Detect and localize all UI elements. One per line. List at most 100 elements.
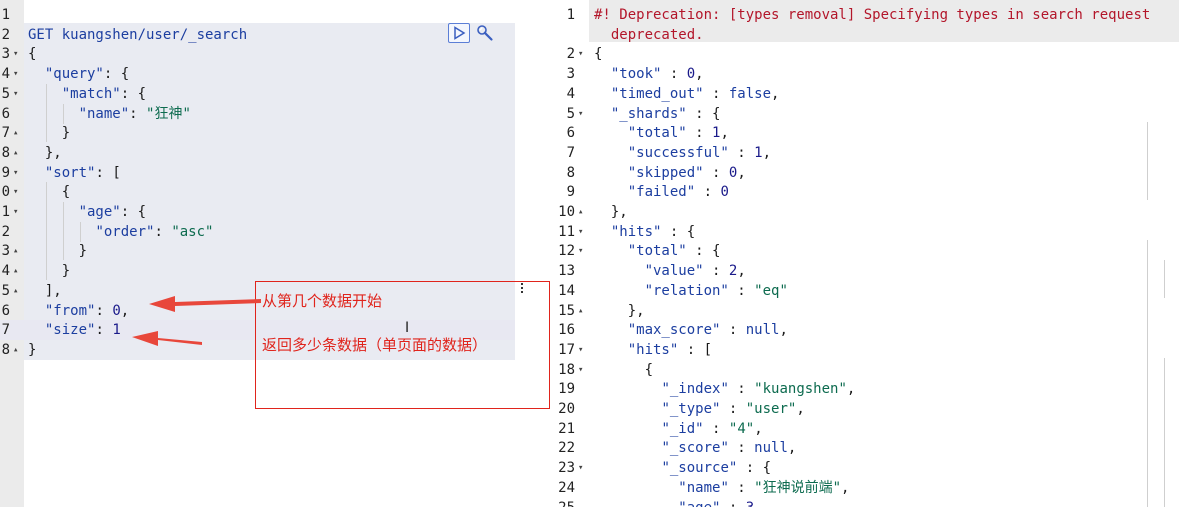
code-line[interactable]: 4 "timed_out" : false, [531,84,1179,104]
fold-toggle-icon[interactable]: ▾ [13,44,18,64]
code-text: "_source" : { [661,460,772,477]
fold-toggle-icon[interactable]: ▾ [13,202,18,222]
code-line[interactable]: 16 "max_score" : null, [531,320,1179,340]
code-line[interactable]: 1 ▾ "age": { [0,202,515,222]
code-line[interactable]: 1 [0,5,515,25]
fold-toggle-icon[interactable]: ▾ [578,222,583,242]
code-text: "_shards" : { [610,105,721,122]
code-line[interactable]: 1 #! Deprecation: [types removal] Specify… [531,5,1179,25]
code-line[interactable]: 18 ▾ { [531,360,1179,380]
code-text: "_index" : "kuangshen", [661,381,856,398]
line-number: 9 [1,164,10,181]
code-line[interactable]: 8 "skipped" : 0, [531,163,1179,183]
code-text: "age" : 3 [594,498,754,507]
code-line[interactable]: 9 "failed" : 0 [531,182,1179,202]
code-line[interactable]: 8 ▴ }, [0,143,515,163]
response-viewer[interactable]: 1 #! Deprecation: [types removal] Specify… [531,0,1179,507]
code-line[interactable]: 4 ▴ } [0,261,515,281]
code-line[interactable]: 5 ▾ "_shards" : { [531,104,1179,124]
wrench-icon [477,25,493,41]
code-text: "_type" : "user", [661,401,805,417]
fold-toggle-icon[interactable]: ▴ [13,281,18,301]
line-number: 25 [531,498,575,507]
code-line[interactable]: 12 ▾ "total" : { [531,241,1179,261]
settings-button[interactable] [474,23,496,43]
code-line[interactable]: 2 "order": "asc" [0,222,515,242]
code-line[interactable]: 9 ▾ "sort": [ [0,163,515,183]
fold-toggle-icon[interactable]: ▾ [578,458,583,478]
code-line[interactable]: 3 ▾ { [0,44,515,64]
code-text: "hits" : [ [627,341,713,358]
code-line[interactable]: 13 "value" : 2, [531,261,1179,281]
fold-toggle-icon[interactable]: ▴ [578,301,583,321]
code-line[interactable]: 19 "_index" : "kuangshen", [531,379,1179,399]
code-line[interactable]: 5 ▾ "match": { [0,84,515,104]
fold-toggle-icon[interactable]: ▾ [578,44,583,64]
code-line[interactable]: 15 ▴ }, [531,301,1179,321]
fold-toggle-icon[interactable]: ▾ [578,104,583,124]
code-line[interactable]: 3 ▴ } [0,241,515,261]
code-line[interactable]: 11 ▾ "hits" : { [531,222,1179,242]
code-text: "value" : 2, [644,263,746,280]
fold-toggle-icon[interactable]: ▾ [578,360,583,380]
code-line[interactable]: 3 "took" : 0, [531,64,1179,84]
fold-toggle-icon[interactable]: ▾ [13,84,18,104]
code-line[interactable]: 25 "age" : 3 [531,498,1179,507]
line-number: 3 [1,46,10,63]
code-line[interactable]: 22 "_score" : null, [531,438,1179,458]
line-number: 7 [1,322,10,339]
line-number: 7 [1,125,10,142]
code-line[interactable]: 6 "total" : 1, [531,123,1179,143]
code-line[interactable]: 2 GET kuangshen/user/_search [0,25,515,45]
line-number: 24 [558,479,575,496]
code-text: "size": 1 [44,322,121,339]
fold-toggle-icon[interactable]: ▴ [13,241,18,261]
code-line[interactable]: 2 ▾ { [531,44,1179,64]
fold-toggle-icon[interactable]: ▴ [13,143,18,163]
request-editor[interactable]: 1 2 GET kuangshen/user/_search 3 ▾{4 ▾ "query… [0,0,515,507]
code-text: { [28,46,37,63]
code-line[interactable]: 21 "_id" : "4", [531,419,1179,439]
code-text: }, [610,204,628,220]
fold-toggle-icon[interactable]: ▾ [13,163,18,183]
code-text: "relation" : "eq" [644,282,788,299]
code-line[interactable]: 24 "name" : "狂神说前端", [531,478,1179,498]
code-line[interactable]: 23 ▾ "_source" : { [531,458,1179,478]
code-line[interactable]: 7 ▴ } [0,123,515,143]
line-number: 4 [566,85,575,102]
code-line[interactable]: 0 ▾ { [0,182,515,202]
fold-toggle-icon[interactable]: ▴ [13,123,18,143]
code-line[interactable]: 14 "relation" : "eq" [531,281,1179,301]
line-number: 6 [1,302,10,319]
fold-toggle-icon[interactable]: ▴ [578,202,583,222]
fold-toggle-icon[interactable]: ▾ [578,241,583,261]
code-text: deprecated. [594,26,704,43]
fold-toggle-icon[interactable]: ▾ [13,64,18,84]
pane-divider[interactable] [515,0,531,507]
arrow-from-icon [149,296,261,312]
code-line[interactable]: 17 ▾ "hits" : [ [531,340,1179,360]
line-number: 12 [558,243,575,260]
line-number [531,25,575,45]
fold-toggle-icon[interactable]: ▾ [578,340,583,360]
code-text: "_id" : "4", [661,420,763,437]
annotation-size-text: 返回多少条数据（单页面的数据） [262,336,488,354]
code-line[interactable]: 20 "_type" : "user", [531,399,1179,419]
indent-guide [80,222,81,242]
line-number: 7 [566,144,575,161]
line-number: 2 [1,223,10,240]
code-line[interactable]: deprecated. [531,25,1179,45]
code-text: "sort": [ [44,164,121,181]
fold-toggle-icon[interactable]: ▴ [13,340,18,360]
indent-guide [46,84,47,142]
line-number: 13 [558,263,575,280]
fold-toggle-icon[interactable]: ▾ [13,182,18,202]
code-line[interactable]: 10 ▴ }, [531,202,1179,222]
send-request-button[interactable] [448,23,470,43]
code-line[interactable]: 7 "successful" : 1, [531,143,1179,163]
line-number: 8 [1,144,10,161]
code-line[interactable]: 6 "name": "狂神" [0,104,515,124]
code-line[interactable]: 4 ▾ "query": { [0,64,515,84]
fold-toggle-icon[interactable]: ▴ [13,261,18,281]
line-number: 10 [558,204,575,220]
